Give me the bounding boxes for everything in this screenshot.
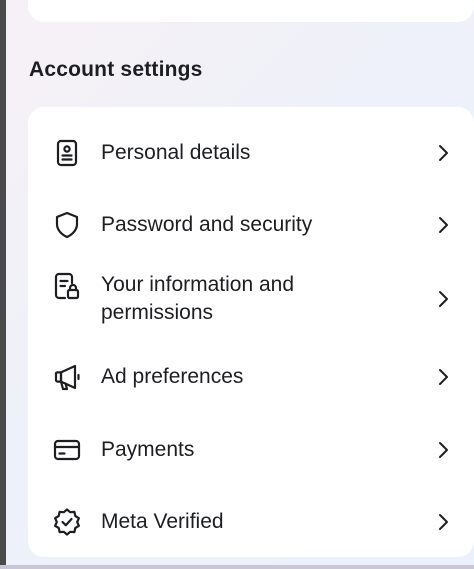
credit-card-icon — [52, 435, 82, 465]
megaphone-icon — [52, 362, 82, 392]
settings-item-label: Password and security — [101, 213, 313, 236]
settings-item-information-permissions[interactable]: Your information and permissions — [28, 263, 474, 335]
settings-item-personal-details[interactable]: Personal details — [28, 125, 474, 181]
chevron-right-icon — [434, 216, 452, 234]
chevron-right-icon — [434, 513, 452, 531]
chevron-right-icon — [434, 368, 452, 386]
previous-card-bottom — [28, 0, 474, 22]
settings-item-ad-preferences[interactable]: Ad preferences — [28, 349, 474, 405]
window-left-edge — [0, 0, 6, 569]
section-heading: Account settings — [29, 58, 203, 81]
chevron-right-icon — [434, 144, 452, 162]
bottom-edge — [0, 565, 474, 569]
settings-item-label: Payments — [101, 438, 195, 461]
settings-item-payments[interactable]: Payments — [28, 422, 474, 478]
chevron-right-icon — [434, 290, 452, 308]
id-card-icon — [52, 138, 82, 168]
settings-item-label: Meta Verified — [101, 510, 224, 533]
settings-item-meta-verified[interactable]: Meta Verified — [28, 494, 474, 550]
account-settings-card: Personal details Password and security Y… — [28, 107, 474, 557]
verified-badge-icon — [52, 507, 82, 537]
document-lock-icon — [52, 271, 82, 301]
shield-icon — [52, 210, 82, 240]
settings-item-label: Ad preferences — [101, 365, 244, 388]
settings-item-label: Your information and permissions — [101, 273, 295, 324]
settings-item-password-security[interactable]: Password and security — [28, 197, 474, 253]
chevron-right-icon — [434, 441, 452, 459]
settings-item-label: Personal details — [101, 141, 251, 164]
